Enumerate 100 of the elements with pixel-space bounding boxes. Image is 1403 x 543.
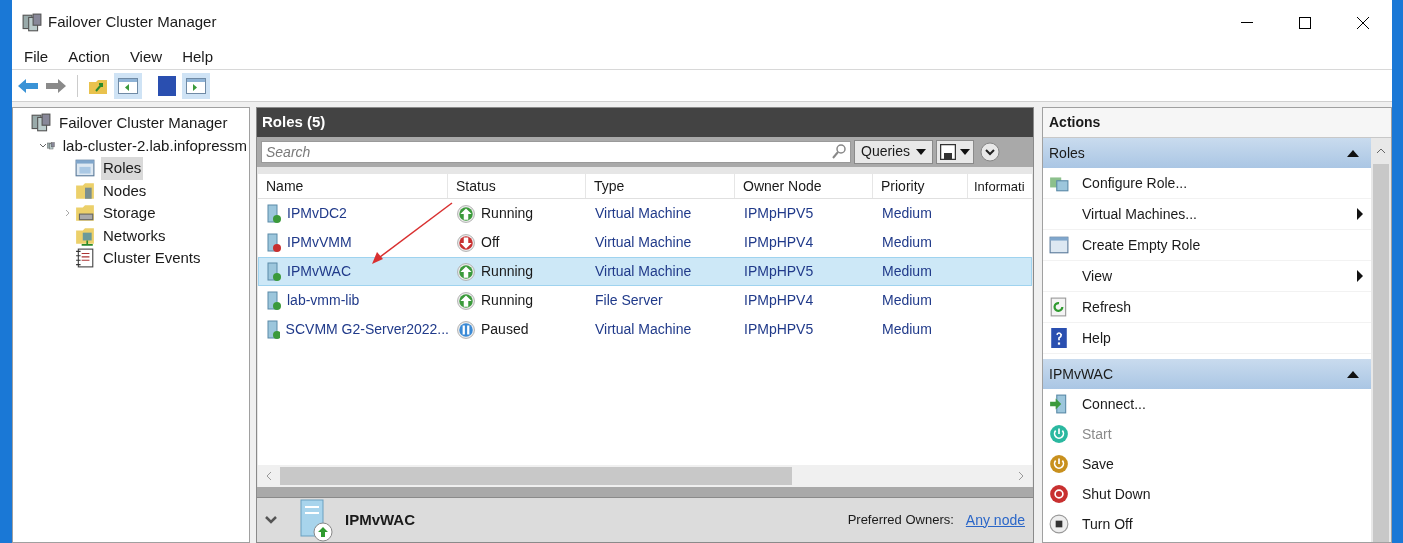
pane-command[interactable]: Configure Role... <box>1043 168 1371 199</box>
table-cell-text: IPMvWAC <box>287 262 352 282</box>
tree-item[interactable]: lab-cluster-2.lab.infopressm <box>60 134 249 157</box>
table-cell-text: Medium <box>882 320 932 340</box>
table-row[interactable]: IPMvDC2 Running Virtual Machine IPMpHPV5 Medium <box>258 199 1032 229</box>
forward-arrow-icon[interactable] <box>45 77 67 94</box>
power-icon <box>1049 454 1069 474</box>
window-stack-icon <box>1049 235 1069 255</box>
server-icon <box>267 233 281 253</box>
table-cell-text: Medium <box>882 291 932 311</box>
pane-command[interactable]: Refresh <box>1043 292 1371 323</box>
column-header[interactable]: Status <box>448 174 586 199</box>
submenu-arrow-icon <box>1357 208 1363 220</box>
table-cell-text: Medium <box>882 204 932 224</box>
show-hide-action-pane-icon[interactable] <box>182 72 210 99</box>
section-header[interactable]: IPMvWAC <box>1043 359 1371 389</box>
table-cell-text: Virtual Machine <box>595 204 692 224</box>
pane-command[interactable]: Save <box>1043 449 1371 479</box>
save-query-button[interactable] <box>936 139 975 164</box>
back-arrow-icon[interactable] <box>17 77 39 94</box>
table-cell-text: IPMpHPV4 <box>744 291 814 311</box>
queries-button[interactable]: Queries <box>854 139 934 164</box>
column-header[interactable]: Name <box>258 174 448 199</box>
window-title: Failover Cluster Manager <box>48 12 217 33</box>
scroll-up-icon[interactable] <box>1376 148 1386 154</box>
table-cell-text: SCVMM G2-Server2022... <box>285 320 449 340</box>
refresh-icon <box>1049 297 1069 317</box>
table-row[interactable]: lab-vmm-lib Running File Server IPMpHPV4 Medium <box>258 286 1032 316</box>
help-icon[interactable] <box>158 75 176 96</box>
column-header[interactable]: Priority <box>873 174 968 199</box>
collapsed-chevron-icon[interactable] <box>64 209 72 218</box>
pane-command[interactable]: Connect... <box>1043 389 1371 419</box>
table-cell-text: IPMvVMM <box>287 233 352 253</box>
table-cell-text: Off <box>481 233 500 253</box>
tree-item[interactable]: Cluster Events <box>101 247 203 270</box>
collapse-icon[interactable] <box>980 141 1001 162</box>
section-header[interactable]: Roles <box>1043 138 1371 168</box>
table-cell-text: Running <box>481 291 534 311</box>
search-icon <box>832 143 846 160</box>
help-icon <box>1049 328 1069 348</box>
caret-icon <box>916 148 927 155</box>
table-cell-text: Paused <box>481 320 529 340</box>
folder-network-icon <box>75 225 95 246</box>
horizontal-scrollbar[interactable] <box>258 465 1032 488</box>
pane-command[interactable]: Create Empty Role <box>1043 230 1371 261</box>
stop-icon <box>1049 514 1069 534</box>
tree-item[interactable]: Failover Cluster Manager <box>57 112 230 135</box>
power-icon <box>1049 424 1069 444</box>
search-field[interactable]: Search <box>261 140 851 163</box>
tree-item[interactable]: Storage <box>101 202 158 225</box>
table-cell-text: Medium <box>882 262 932 282</box>
tree-item[interactable]: Nodes <box>101 179 149 202</box>
collapse-caret-icon[interactable] <box>1347 370 1359 378</box>
table-cell-text: IPMpHPV4 <box>744 233 814 253</box>
pane-command[interactable]: Shut Down <box>1043 479 1371 509</box>
menu-item[interactable]: View <box>119 45 173 69</box>
tree-item[interactable]: Networks <box>101 224 168 247</box>
section-title: IPMvWAC <box>1049 364 1114 384</box>
table-row[interactable]: SCVMM G2-Server2022... Paused Virtual Machine IPMpHPV5 Medium <box>258 315 1032 345</box>
table-cell-text: Running <box>481 262 534 282</box>
server-stack-icon <box>22 12 42 33</box>
column-header[interactable]: Informati <box>968 174 1032 199</box>
pane-command[interactable]: View <box>1043 261 1371 292</box>
window-stack-icon <box>75 158 95 179</box>
vertical-scrollbar[interactable] <box>1371 138 1391 542</box>
pane-command[interactable]: Virtual Machines... <box>1043 199 1371 230</box>
caret-icon <box>960 148 971 155</box>
panel-title: Roles (5) <box>257 108 1033 137</box>
table-row[interactable]: IPMvVMM Off Virtual Machine IPMpHPV4 Medium <box>258 228 1032 258</box>
show-hide-tree-icon[interactable] <box>114 72 142 99</box>
event-log-icon <box>75 248 95 269</box>
collapse-caret-icon[interactable] <box>1347 149 1359 157</box>
menu-item[interactable]: Help <box>172 45 223 69</box>
details-title: IPMvWAC <box>345 509 415 530</box>
pane-command[interactable]: Help <box>1043 323 1371 354</box>
server-icon <box>267 262 281 282</box>
table-cell-text: lab-vmm-lib <box>287 291 360 311</box>
table-cell-text: Running <box>481 204 534 224</box>
tree-item[interactable]: Roles <box>101 157 144 180</box>
server-icon <box>267 291 281 311</box>
column-header[interactable]: Type <box>586 174 735 199</box>
column-header[interactable]: Owner Node <box>735 174 873 199</box>
preferred-owners-label: Preferred Owners: <box>847 511 954 530</box>
table-cell-text: Virtual Machine <box>595 262 692 282</box>
menu-item[interactable]: File <box>14 45 59 69</box>
connect-icon <box>1049 394 1069 414</box>
menu-item[interactable]: Action <box>58 45 120 69</box>
server-icon <box>267 320 280 340</box>
any-node-link[interactable]: Any node <box>965 509 1025 531</box>
pane-command[interactable]: Turn Off <box>1043 509 1371 539</box>
table-cell-text: IPMvDC2 <box>287 204 347 224</box>
expanded-chevron-icon[interactable] <box>39 141 47 150</box>
table-cell-text: IPMpHPV5 <box>744 262 814 282</box>
section-title: Roles <box>1049 143 1085 163</box>
table-cell-text: IPMpHPV5 <box>744 204 814 224</box>
power-icon <box>1049 484 1069 504</box>
submenu-arrow-icon <box>1357 270 1363 282</box>
expand-chevron-icon[interactable] <box>265 516 277 524</box>
table-row[interactable]: IPMvWAC Running Virtual Machine IPMpHPV5 Medium <box>258 257 1032 287</box>
table-cell-text: IPMpHPV5 <box>744 320 814 340</box>
